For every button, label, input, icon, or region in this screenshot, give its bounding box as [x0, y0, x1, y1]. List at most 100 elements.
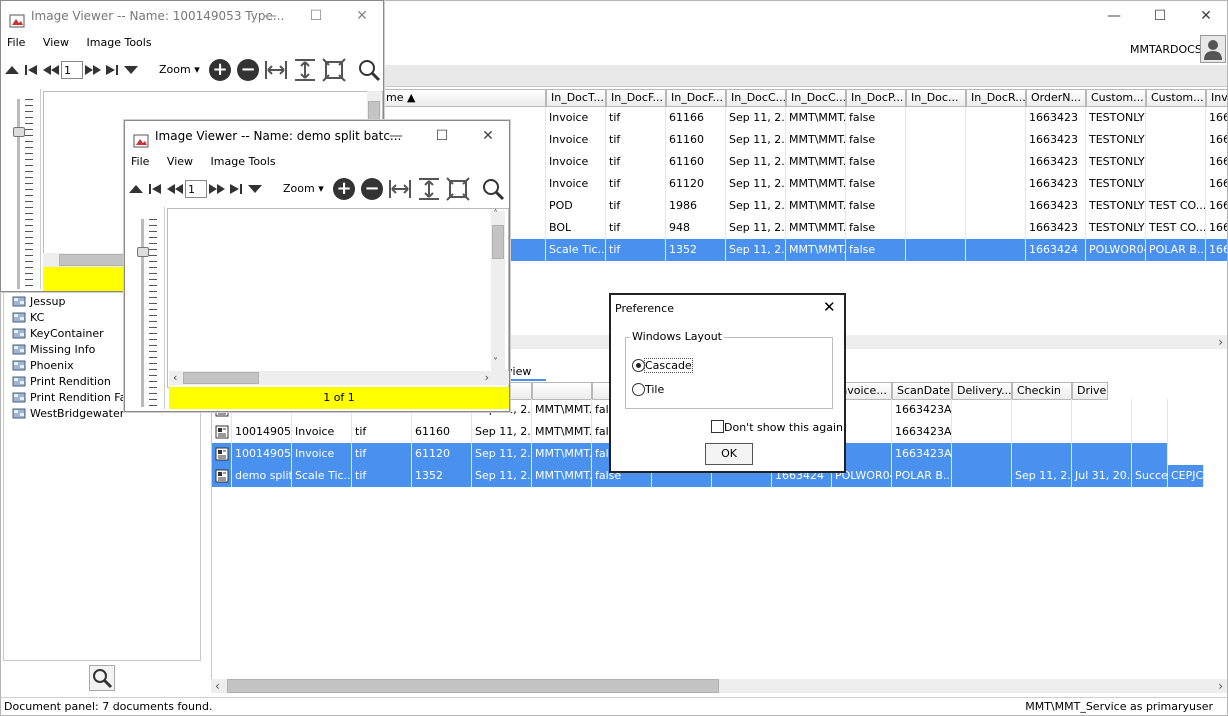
table-cell[interactable]: BOL — [546, 217, 606, 239]
last-page-icon[interactable] — [228, 182, 244, 196]
scroll-right-arrow-icon[interactable]: › — [1218, 335, 1223, 349]
first-page-icon[interactable] — [147, 182, 163, 196]
tree-item[interactable]: Jessup — [12, 294, 65, 310]
table-cell[interactable]: POLAR B... — [892, 465, 952, 487]
column-header[interactable]: In_DocT... — [546, 89, 606, 107]
table-cell[interactable]: 166 — [1206, 107, 1227, 129]
table-cell[interactable] — [1072, 443, 1132, 465]
table-cell[interactable]: Sep 11, 2... — [726, 239, 786, 261]
table-cell[interactable]: 1663424 — [1026, 239, 1086, 261]
tree-item[interactable]: WestBridgewater — [12, 406, 124, 422]
table-cell[interactable]: MMT\MMT... — [532, 443, 592, 465]
zoom-in-icon[interactable]: + — [333, 178, 355, 200]
table-cell[interactable]: demo split... — [232, 465, 292, 487]
column-header[interactable]: Drive — [1072, 382, 1108, 400]
table-cell[interactable]: MMT\MMT... — [786, 151, 846, 173]
table-cell[interactable]: 1663423 — [1026, 173, 1086, 195]
table-cell[interactable] — [966, 129, 1026, 151]
table-cell[interactable]: tif — [606, 195, 666, 217]
table-cell[interactable] — [906, 217, 966, 239]
table-cell[interactable]: Sep 11, 2... — [726, 173, 786, 195]
zoom-out-icon[interactable]: − — [361, 178, 383, 200]
table-cell[interactable]: TEST CO... — [1146, 217, 1206, 239]
table-cell[interactable]: tif — [352, 443, 412, 465]
table-cell[interactable]: false — [846, 151, 906, 173]
viewer-2-zoom-slider[interactable] — [127, 207, 165, 409]
table-cell[interactable]: TESTONLY — [1086, 195, 1146, 217]
zoom-in-icon[interactable]: + — [209, 59, 231, 81]
column-header[interactable]: In_DocR... — [966, 89, 1026, 107]
viewer-1-menu-view[interactable]: View — [43, 36, 69, 49]
next-page-icon[interactable] — [84, 63, 102, 77]
fit-height-icon[interactable] — [417, 177, 441, 201]
table-cell[interactable]: tif — [606, 107, 666, 129]
viewer-1-zoom-dropdown[interactable]: Zoom ▾ — [159, 63, 200, 76]
table-cell[interactable]: POLWOR04 — [1086, 239, 1146, 261]
column-header[interactable]: Inv — [1206, 89, 1227, 107]
table-cell[interactable]: Invoice — [292, 443, 352, 465]
table-cell[interactable]: 61160 — [412, 421, 472, 443]
bottom-grid-hscroll[interactable]: ‹ › — [211, 679, 1227, 693]
table-cell[interactable] — [906, 151, 966, 173]
table-cell[interactable]: 1663423A — [892, 399, 952, 421]
page-down-icon[interactable] — [247, 182, 263, 196]
table-cell[interactable]: 61166 — [666, 107, 726, 129]
table-cell[interactable] — [1132, 421, 1168, 443]
viewer-2-page-input[interactable] — [185, 180, 207, 198]
table-cell[interactable]: TESTONLY — [1086, 173, 1146, 195]
magnifier-icon[interactable] — [357, 58, 381, 82]
table-cell[interactable]: tif — [606, 173, 666, 195]
fit-height-icon[interactable] — [293, 58, 317, 82]
table-cell[interactable]: POD — [546, 195, 606, 217]
table-cell[interactable]: Sep 11, 2... — [726, 129, 786, 151]
next-page-icon[interactable] — [208, 182, 226, 196]
table-cell[interactable]: MMT\MMT... — [786, 107, 846, 129]
table-cell[interactable] — [906, 129, 966, 151]
search-button[interactable] — [89, 665, 115, 691]
prev-page-icon[interactable] — [166, 182, 184, 196]
table-cell[interactable] — [1132, 399, 1168, 421]
table-cell[interactable]: 166 — [1206, 217, 1227, 239]
table-cell[interactable]: 166 — [1206, 173, 1227, 195]
table-cell[interactable] — [952, 465, 1012, 487]
table-cell[interactable]: 1986 — [666, 195, 726, 217]
tree-item[interactable]: Phoenix — [12, 358, 74, 374]
table-cell[interactable]: 1663423 — [1026, 217, 1086, 239]
table-cell[interactable]: TESTONLY — [1086, 151, 1146, 173]
column-header[interactable]: OrderN... — [1026, 89, 1086, 107]
table-cell[interactable]: 61120 — [666, 173, 726, 195]
table-cell[interactable]: 61160 — [666, 129, 726, 151]
table-cell[interactable]: Invoice — [546, 173, 606, 195]
table-cell[interactable]: 1663423 — [1026, 129, 1086, 151]
table-cell[interactable]: Sep 11, 2... — [726, 195, 786, 217]
table-cell[interactable]: false — [846, 217, 906, 239]
table-cell[interactable] — [1012, 399, 1072, 421]
page-up-icon[interactable] — [128, 182, 144, 196]
table-cell[interactable]: false — [846, 129, 906, 151]
table-cell[interactable]: tif — [606, 129, 666, 151]
table-cell[interactable]: TEST CO... — [1146, 195, 1206, 217]
table-cell[interactable]: CEPJC — [1168, 465, 1205, 487]
page-down-icon[interactable] — [123, 63, 139, 77]
viewer-1-zoom-slider[interactable] — [3, 89, 41, 289]
column-header[interactable]: In_DocP... — [846, 89, 906, 107]
dont-show-checkbox[interactable]: Don't show this again. — [711, 419, 847, 435]
table-cell[interactable]: MMT\MMT... — [786, 129, 846, 151]
table-cell[interactable]: 948 — [666, 217, 726, 239]
column-header[interactable]: In_DocC... — [726, 89, 786, 107]
table-cell[interactable]: false — [846, 239, 906, 261]
table-cell[interactable]: 166 — [1206, 129, 1227, 151]
table-cell[interactable] — [952, 399, 1012, 421]
table-cell[interactable] — [966, 195, 1026, 217]
table-cell[interactable]: 100149051 — [232, 421, 292, 443]
table-cell[interactable]: tif — [606, 217, 666, 239]
slider-thumb[interactable] — [137, 247, 149, 257]
minimize-button[interactable]: — — [1091, 1, 1137, 31]
column-header[interactable]: Custom... — [1146, 89, 1206, 107]
table-cell[interactable]: Invoice — [546, 107, 606, 129]
table-cell[interactable]: false — [846, 195, 906, 217]
table-cell[interactable]: Sep 11, 2... — [472, 465, 532, 487]
first-page-icon[interactable] — [23, 63, 39, 77]
table-cell[interactable] — [1146, 107, 1206, 129]
table-cell[interactable]: Scale Tic... — [292, 465, 352, 487]
